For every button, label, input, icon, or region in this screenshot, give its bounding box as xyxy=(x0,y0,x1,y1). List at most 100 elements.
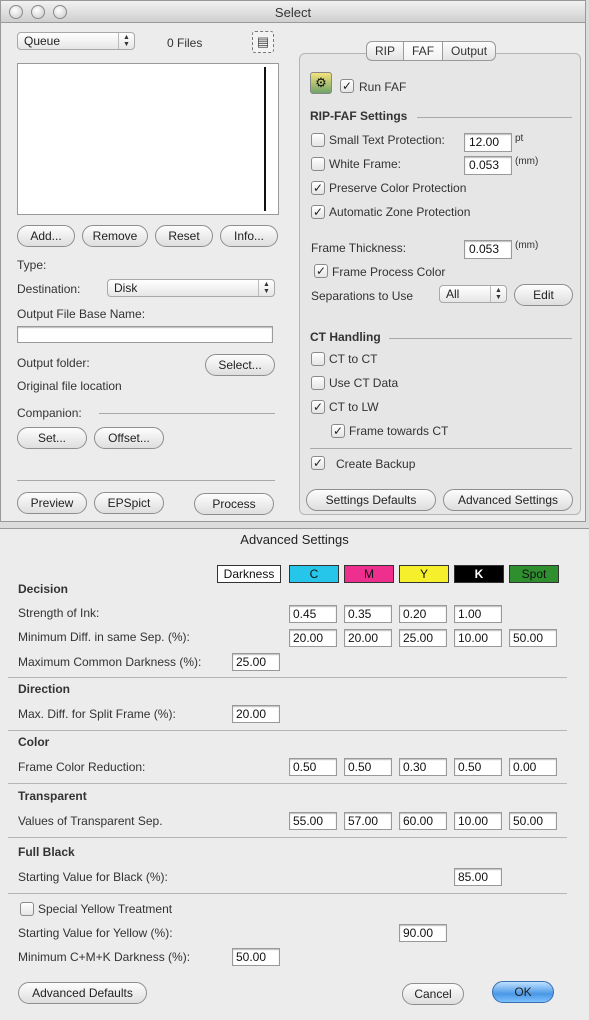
updown-arrows-icon: ▲ ▼ xyxy=(490,286,506,302)
min-diff-spot-field[interactable]: 50.00 xyxy=(509,629,557,647)
automatic-zone-checkbox[interactable]: ✓ xyxy=(311,205,325,219)
max-common-darkness-field[interactable]: 25.00 xyxy=(232,653,280,671)
options-menu-icon[interactable]: ▤ xyxy=(252,31,274,53)
divider xyxy=(310,448,572,449)
black-start-field[interactable]: 85.00 xyxy=(454,868,502,886)
process-button[interactable]: Process xyxy=(194,493,274,515)
frame-thickness-field[interactable]: 0.053 xyxy=(464,240,512,259)
strength-y-field[interactable]: 0.20 xyxy=(399,605,447,623)
direction-header: Direction xyxy=(18,682,71,696)
ct-to-lw-checkbox[interactable]: ✓ xyxy=(311,400,325,414)
mm-unit-label: (mm) xyxy=(515,240,539,251)
strength-k-field[interactable]: 1.00 xyxy=(454,605,502,623)
column-magenta: M xyxy=(344,565,394,583)
remove-button[interactable]: Remove xyxy=(82,225,148,247)
companion-label: Companion: xyxy=(17,406,82,420)
special-yellow-checkbox[interactable] xyxy=(20,902,34,916)
frame-towards-ct-checkbox[interactable]: ✓ xyxy=(331,424,345,438)
separations-label: Separations to Use xyxy=(311,289,414,303)
transparent-values-label: Values of Transparent Sep. xyxy=(18,814,163,828)
separations-select[interactable]: All ▲ ▼ xyxy=(439,285,507,303)
strength-m-field[interactable]: 0.35 xyxy=(344,605,392,623)
tab-output[interactable]: Output xyxy=(442,41,497,61)
min-diff-y-field[interactable]: 25.00 xyxy=(399,629,447,647)
special-yellow-label: Special Yellow Treatment xyxy=(38,902,173,916)
min-diff-c-field[interactable]: 20.00 xyxy=(289,629,337,647)
queue-file-list[interactable] xyxy=(17,63,279,215)
info-button[interactable]: Info... xyxy=(220,225,278,247)
transparent-m-field[interactable]: 57.00 xyxy=(344,812,392,830)
min-cmk-field[interactable]: 50.00 xyxy=(232,948,280,966)
white-frame-value-field[interactable]: 0.053 xyxy=(464,156,512,175)
min-diff-m-field[interactable]: 20.00 xyxy=(344,629,392,647)
output-base-name-field[interactable] xyxy=(17,326,273,343)
max-diff-split-label: Max. Diff. for Split Frame (%): xyxy=(18,707,176,721)
cancel-button[interactable]: Cancel xyxy=(402,983,464,1005)
strength-c-field[interactable]: 0.45 xyxy=(289,605,337,623)
mm-unit-label: (mm) xyxy=(515,156,539,167)
transparent-c-field[interactable]: 55.00 xyxy=(289,812,337,830)
run-faf-label: Run FAF xyxy=(359,80,407,94)
divider xyxy=(8,837,567,838)
min-cmk-label: Minimum C+M+K Darkness (%): xyxy=(18,950,191,964)
list-scrollbar[interactable] xyxy=(264,67,266,211)
min-diff-k-field[interactable]: 10.00 xyxy=(454,629,502,647)
reduction-k-field[interactable]: 0.50 xyxy=(454,758,502,776)
divider xyxy=(8,730,567,731)
create-backup-label: Create Backup xyxy=(336,457,416,471)
yellow-start-label: Starting Value for Yellow (%): xyxy=(18,926,173,940)
faf-app-icon: ⚙ xyxy=(310,72,332,94)
settings-defaults-button[interactable]: Settings Defaults xyxy=(306,489,436,511)
separations-value: All xyxy=(446,287,460,301)
yellow-start-field[interactable]: 90.00 xyxy=(399,924,447,942)
type-label: Type: xyxy=(17,258,47,272)
divider xyxy=(417,117,572,118)
run-faf-checkbox[interactable]: ✓ xyxy=(340,79,354,93)
reduction-c-field[interactable]: 0.50 xyxy=(289,758,337,776)
advanced-defaults-button[interactable]: Advanced Defaults xyxy=(18,982,147,1004)
reduction-y-field[interactable]: 0.30 xyxy=(399,758,447,776)
transparent-y-field[interactable]: 60.00 xyxy=(399,812,447,830)
window-title: Select xyxy=(274,5,312,20)
advanced-settings-title: Advanced Settings xyxy=(240,532,349,547)
epspict-button[interactable]: EPSpict xyxy=(94,492,164,514)
preserve-color-checkbox[interactable]: ✓ xyxy=(311,181,325,195)
advanced-settings-button[interactable]: Advanced Settings xyxy=(443,489,573,511)
select-folder-button[interactable]: Select... xyxy=(205,354,275,376)
ok-button[interactable]: OK xyxy=(492,981,554,1003)
reduction-m-field[interactable]: 0.50 xyxy=(344,758,392,776)
small-text-value-field[interactable]: 12.00 xyxy=(464,133,512,152)
offset-button[interactable]: Offset... xyxy=(94,427,164,449)
tab-faf[interactable]: FAF xyxy=(403,41,444,61)
reset-button[interactable]: Reset xyxy=(155,225,213,247)
max-diff-split-field[interactable]: 20.00 xyxy=(232,705,280,723)
preview-button[interactable]: Preview xyxy=(17,492,87,514)
use-ct-data-checkbox[interactable] xyxy=(311,376,325,390)
transparent-k-field[interactable]: 10.00 xyxy=(454,812,502,830)
edit-separations-button[interactable]: Edit xyxy=(514,284,573,306)
strength-of-ink-label: Strength of Ink: xyxy=(18,606,100,620)
white-frame-label: White Frame: xyxy=(329,157,402,171)
frame-color-reduction-label: Frame Color Reduction: xyxy=(18,760,146,774)
tab-rip[interactable]: RIP xyxy=(366,41,405,61)
column-black: K xyxy=(454,565,504,583)
set-button[interactable]: Set... xyxy=(17,427,87,449)
max-common-darkness-label: Maximum Common Darkness (%): xyxy=(18,655,202,669)
destination-select[interactable]: Disk ▲ ▼ xyxy=(107,279,275,297)
divider xyxy=(8,677,567,678)
queue-select[interactable]: Queue ▲ ▼ xyxy=(17,32,135,50)
preserve-color-label: Preserve Color Protection xyxy=(329,181,467,195)
reduction-spot-field[interactable]: 0.00 xyxy=(509,758,557,776)
ct-to-ct-checkbox[interactable] xyxy=(311,352,325,366)
full-black-header: Full Black xyxy=(18,845,75,859)
frame-process-color-checkbox[interactable]: ✓ xyxy=(314,264,328,278)
white-frame-checkbox[interactable] xyxy=(311,157,325,171)
ct-handling-header: CT Handling xyxy=(310,330,381,344)
create-backup-checkbox[interactable]: ✓ xyxy=(311,456,325,470)
column-darkness: Darkness xyxy=(217,565,281,583)
small-text-protection-checkbox[interactable] xyxy=(311,133,325,147)
add-button[interactable]: Add... xyxy=(17,225,75,247)
color-header: Color xyxy=(18,735,50,749)
transparent-spot-field[interactable]: 50.00 xyxy=(509,812,557,830)
destination-label: Destination: xyxy=(17,282,81,296)
